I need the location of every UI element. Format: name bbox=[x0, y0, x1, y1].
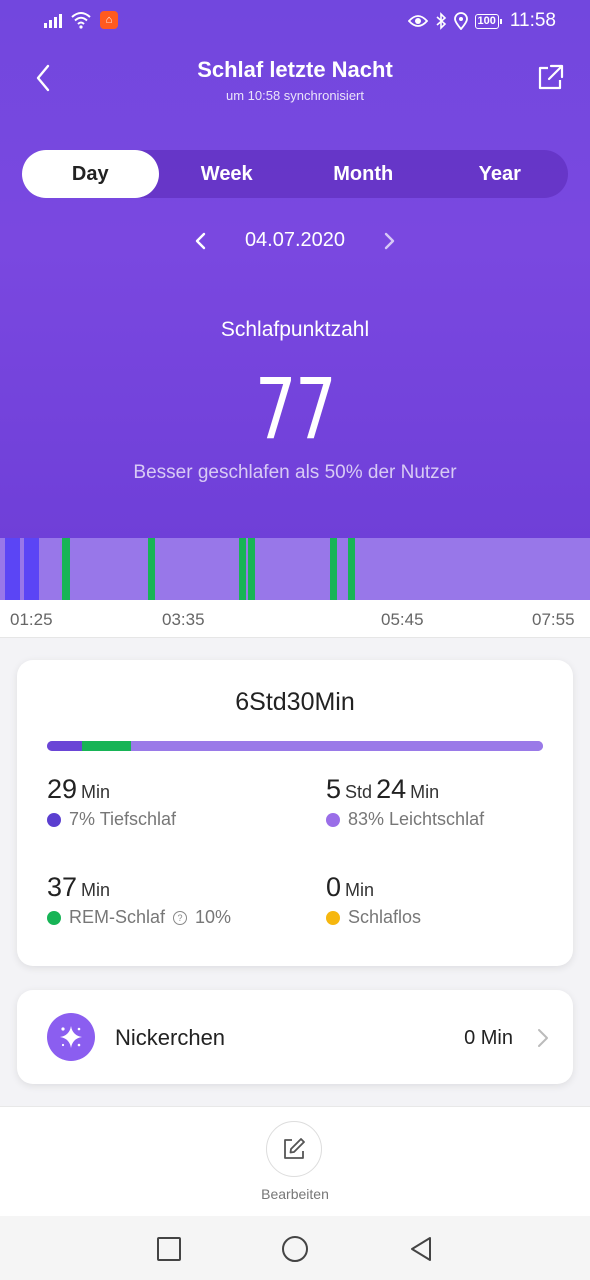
rem-sleep-dot bbox=[47, 910, 61, 925]
stat-label-text: Schlaflos bbox=[348, 907, 422, 927]
stat-label-text: REM-Schlaf bbox=[69, 907, 166, 927]
total-sleep-duration: 6Std30Min bbox=[235, 688, 355, 716]
stat-unit: Std bbox=[345, 782, 373, 802]
tab-week[interactable]: Week bbox=[159, 150, 296, 198]
recent-apps-button[interactable] bbox=[154, 1234, 184, 1264]
sleep-timeline bbox=[0, 538, 590, 600]
sleep-summary-card: 6Std30Min 29 Min 7% Tiefschlaf 5 Std 24 … bbox=[17, 660, 573, 966]
stat-deep-sleep: 29 Min 7% Tiefschlaf bbox=[47, 774, 176, 830]
timeline-segment-rem bbox=[329, 538, 337, 600]
score-description: Besser geschlafen als 50% der Nutzer bbox=[133, 462, 457, 483]
stat-label: Schlaflos bbox=[326, 907, 421, 928]
stat-unit: Min bbox=[410, 782, 440, 802]
timeline-segment-deep bbox=[24, 538, 40, 600]
question-icon[interactable]: ? bbox=[173, 910, 188, 925]
timeline-tick: 05:45 bbox=[381, 610, 424, 629]
awake-dot bbox=[326, 910, 340, 925]
stat-value: 29 Min bbox=[47, 774, 176, 805]
sync-status: um 10:58 synchronisiert bbox=[225, 88, 364, 103]
sleep-phase-bar bbox=[47, 741, 543, 751]
next-day-button[interactable] bbox=[378, 228, 400, 254]
timeline-tick: 07:55 bbox=[532, 610, 575, 629]
sparkle-icon bbox=[47, 1013, 95, 1061]
stat-value: 0 Min bbox=[326, 872, 421, 903]
timeline-tick: 03:35 bbox=[162, 610, 205, 629]
timeline-segment-rem bbox=[347, 538, 355, 600]
nap-duration: 0 Min bbox=[464, 1027, 513, 1049]
stat-unit: Min bbox=[81, 782, 111, 802]
system-nav-bar bbox=[0, 1216, 590, 1280]
timeline-tick: 01:25 bbox=[10, 610, 53, 629]
edit-label: Bearbeiten bbox=[261, 1186, 329, 1202]
score-label: Schlafpunktzahl bbox=[220, 318, 370, 341]
phase-bar-light bbox=[131, 741, 543, 751]
nap-card[interactable]: Nickerchen 0 Min bbox=[17, 990, 573, 1084]
deep-sleep-dot bbox=[47, 812, 61, 827]
chevron-right-icon bbox=[538, 1029, 548, 1047]
stat-number: 29 bbox=[47, 774, 78, 804]
status-bar: ⌂ 100 11:58 bbox=[0, 0, 590, 42]
status-left: ⌂ bbox=[44, 11, 118, 29]
stat-label: REM-Schlaf ? 10% bbox=[47, 907, 231, 928]
edit-icon bbox=[284, 1138, 305, 1159]
current-date: 04.07.2020 bbox=[244, 229, 346, 251]
stat-number: 37 bbox=[47, 872, 78, 902]
bottom-toolbar: Bearbeiten bbox=[0, 1106, 590, 1216]
period-tabs: Day Week Month Year bbox=[22, 150, 568, 198]
battery-icon: 100 bbox=[474, 13, 503, 29]
stat-rem-sleep: 37 Min REM-Schlaf ? 10% bbox=[47, 872, 231, 928]
stat-light-sleep: 5 Std 24 Min 83% Leichtschlaf bbox=[326, 774, 484, 830]
status-time: 11:58 bbox=[509, 10, 556, 31]
eye-icon bbox=[407, 15, 428, 27]
date-selector: 04.07.2020 bbox=[0, 226, 590, 256]
stat-awake: 0 Min Schlaflos bbox=[326, 872, 421, 928]
stat-percent: 10% bbox=[195, 907, 232, 927]
stat-value: 37 Min bbox=[47, 872, 231, 903]
location-icon bbox=[453, 12, 468, 30]
phase-bar-rem bbox=[81, 741, 132, 751]
back-nav-button[interactable] bbox=[406, 1234, 436, 1264]
timeline-segment-rem bbox=[148, 538, 156, 600]
page-title: Schlaf letzte Nacht bbox=[197, 57, 393, 82]
stat-label-text: 7% Tiefschlaf bbox=[69, 809, 177, 829]
stat-value: 5 Std 24 Min bbox=[326, 774, 484, 805]
share-button[interactable] bbox=[534, 62, 566, 94]
wifi-icon bbox=[71, 12, 91, 29]
timeline-segment-rem bbox=[62, 538, 70, 600]
nap-label: Nickerchen bbox=[115, 1025, 226, 1050]
signal-icon bbox=[44, 12, 62, 28]
stat-label: 83% Leichtschlaf bbox=[326, 809, 484, 830]
tab-day[interactable]: Day bbox=[22, 150, 159, 198]
stat-number: 5 bbox=[326, 774, 342, 804]
light-sleep-dot bbox=[326, 812, 340, 827]
tab-year[interactable]: Year bbox=[432, 150, 569, 198]
stat-unit: Min bbox=[81, 880, 111, 900]
stat-number: 24 bbox=[376, 774, 407, 804]
stat-label-text: 83% Leichtschlaf bbox=[348, 809, 485, 829]
status-right: 100 11:58 bbox=[407, 10, 556, 32]
stat-unit: Min bbox=[345, 880, 375, 900]
phase-bar-deep bbox=[47, 741, 82, 751]
sleep-score: 77 bbox=[254, 360, 337, 458]
timeline-axis: 01:25 03:35 05:45 07:55 bbox=[0, 600, 590, 638]
app-notification-icon: ⌂ bbox=[100, 11, 118, 29]
tab-month[interactable]: Month bbox=[295, 150, 432, 198]
edit-button[interactable] bbox=[266, 1121, 322, 1177]
timeline-segment-deep bbox=[4, 538, 20, 600]
timeline-segment-rem bbox=[248, 538, 256, 600]
stat-number: 0 bbox=[326, 872, 342, 902]
home-button[interactable] bbox=[280, 1234, 310, 1264]
bluetooth-icon bbox=[435, 12, 446, 30]
timeline-segment-rem bbox=[239, 538, 247, 600]
stat-label: 7% Tiefschlaf bbox=[47, 809, 176, 830]
